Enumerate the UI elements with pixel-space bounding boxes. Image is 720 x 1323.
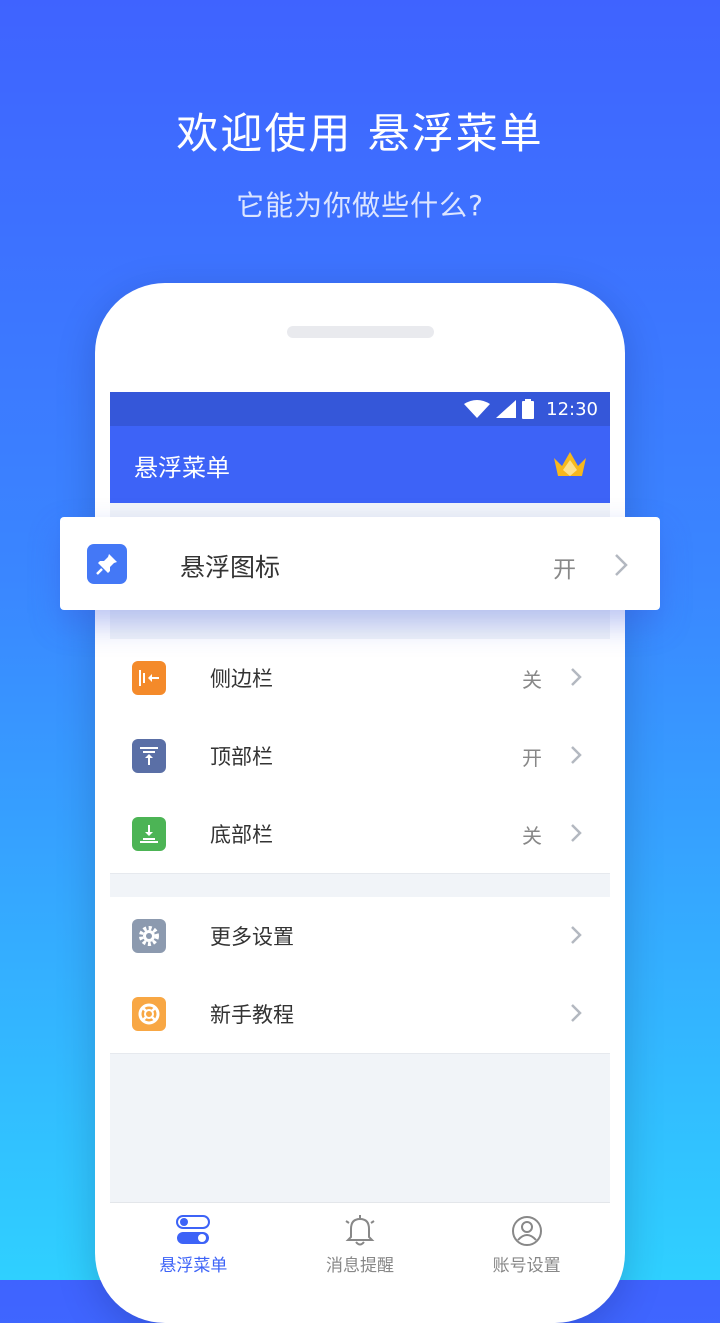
gear-icon	[132, 919, 166, 953]
row-label: 新手教程	[210, 1003, 294, 1027]
chevron-right-icon	[571, 746, 582, 764]
topbar-icon	[132, 739, 166, 773]
bell-icon	[345, 1215, 375, 1246]
row-label: 侧边栏	[210, 667, 273, 691]
welcome-subtitle: 它能为你做些什么?	[236, 189, 484, 222]
nav-account[interactable]: 账号设置	[443, 1203, 610, 1280]
row-label: 悬浮图标	[180, 553, 281, 582]
crown-icon[interactable]	[552, 450, 588, 480]
nav-label: 消息提醒	[326, 1256, 394, 1276]
status-time: 12:30	[546, 398, 598, 420]
battery-icon	[522, 399, 535, 419]
chevron-right-icon	[571, 824, 582, 842]
row-label: 更多设置	[210, 925, 294, 949]
settings-row-bottombar[interactable]: 底部栏 关	[110, 795, 610, 873]
settings-row-more[interactable]: 更多设置	[110, 897, 610, 975]
settings-row-sidebar[interactable]: 侧边栏 关	[110, 639, 610, 717]
app-bar: 悬浮菜单	[110, 426, 610, 503]
nav-label: 账号设置	[492, 1256, 561, 1276]
chevron-right-icon	[615, 554, 628, 576]
row-value: 关	[522, 667, 542, 692]
bottombar-icon	[132, 817, 166, 851]
row-value: 关	[522, 823, 542, 848]
signal-icon	[496, 400, 517, 418]
nav-label: 悬浮菜单	[159, 1256, 228, 1276]
pin-icon	[87, 544, 127, 584]
welcome-title: 欢迎使用 悬浮菜单	[176, 109, 544, 158]
lifebuoy-icon	[132, 997, 166, 1031]
app-title: 悬浮菜单	[134, 454, 230, 482]
row-value: 开	[522, 745, 542, 770]
settings-row-topbar[interactable]: 顶部栏 开	[110, 717, 610, 795]
more-settings-group: 更多设置 新手教程	[110, 897, 610, 1054]
wifi-icon	[464, 400, 491, 418]
settings-row-float-icon[interactable]: 悬浮图标 开	[60, 517, 660, 610]
phone-speaker	[287, 326, 434, 338]
row-label: 顶部栏	[210, 745, 273, 769]
nav-messages[interactable]: 消息提醒	[277, 1203, 444, 1280]
user-icon	[511, 1216, 542, 1246]
toggle-icon	[176, 1215, 211, 1244]
nav-float-menu[interactable]: 悬浮菜单	[110, 1203, 277, 1280]
chevron-right-icon	[571, 668, 582, 686]
settings-row-tutorial[interactable]: 新手教程	[110, 975, 610, 1053]
sidebar-icon	[132, 661, 166, 695]
bottom-navigation: 悬浮菜单 消息提醒 账号设置	[110, 1202, 610, 1280]
bar-settings-group: 侧边栏 关 顶部栏 开 底部栏 关	[110, 639, 610, 874]
row-label: 底部栏	[210, 823, 273, 847]
row-value: 开	[553, 557, 576, 583]
chevron-right-icon	[571, 926, 582, 944]
chevron-right-icon	[571, 1004, 582, 1022]
status-bar: 12:30	[110, 392, 610, 426]
